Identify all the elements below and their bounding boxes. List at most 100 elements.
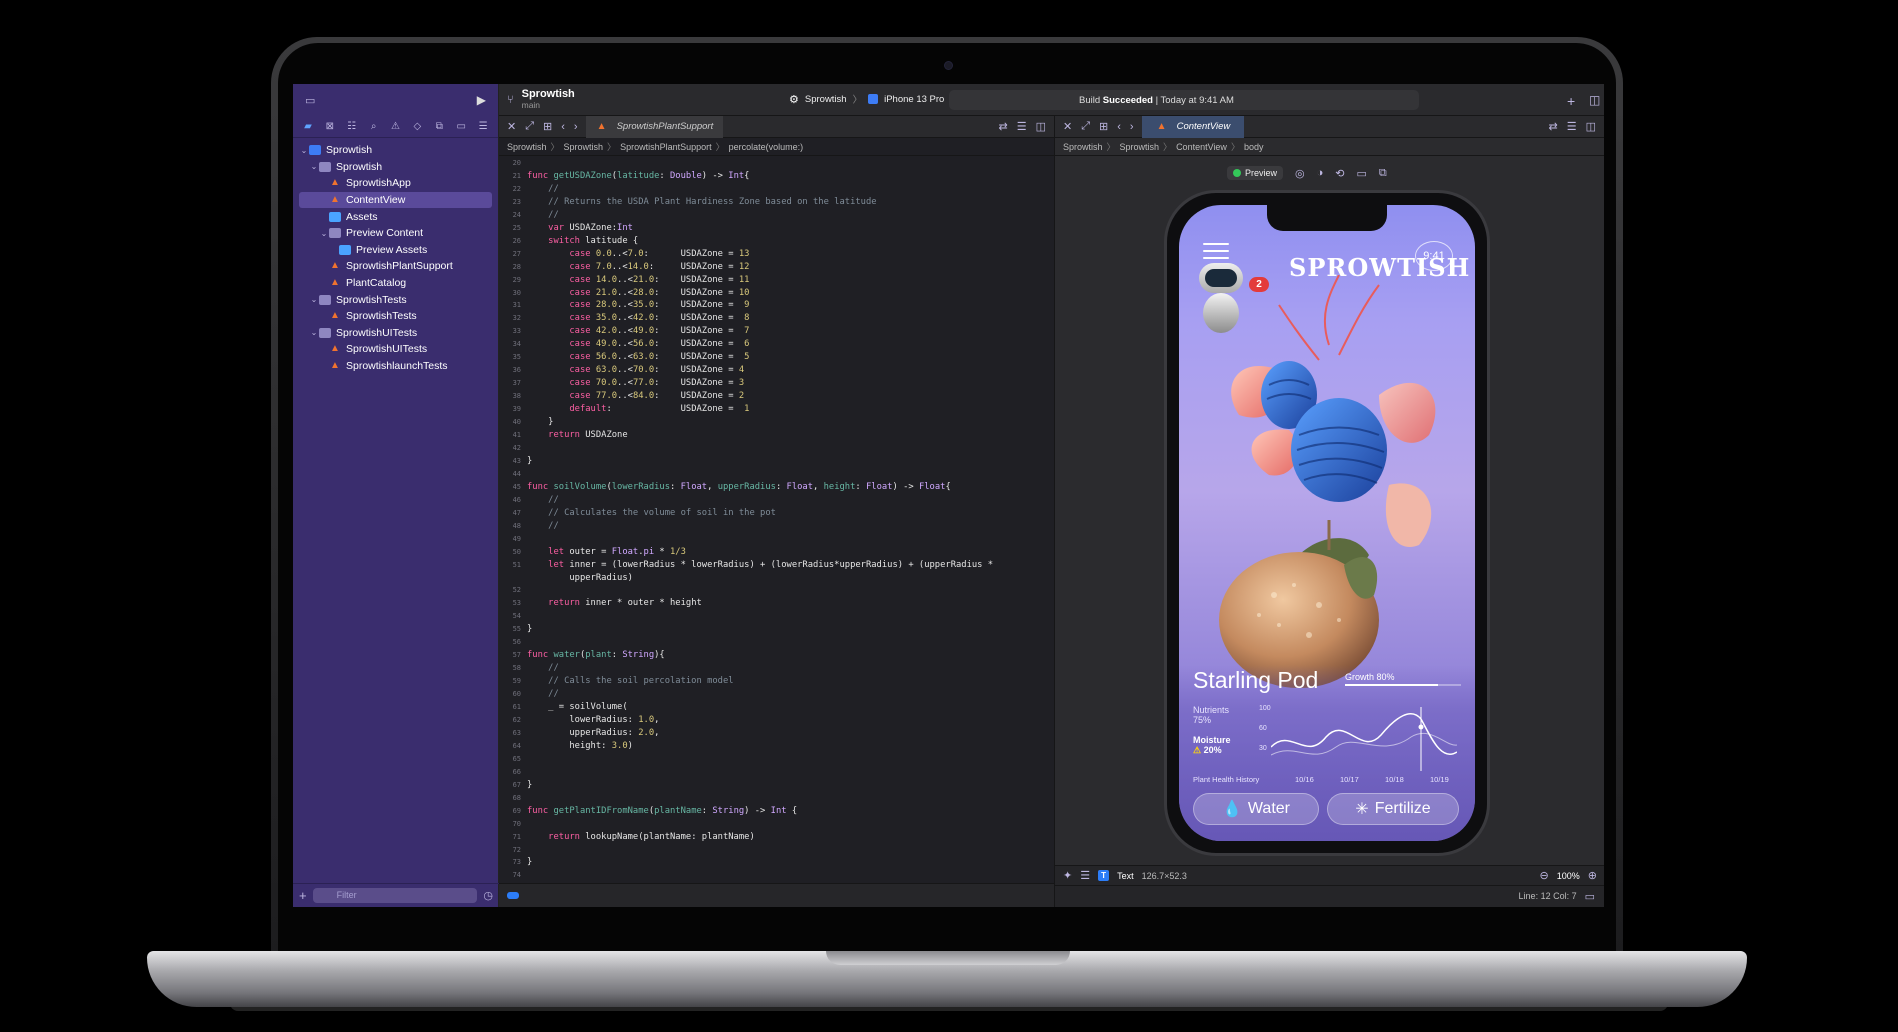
- sidebar-item[interactable]: ▲ SprowtishPlantSupport: [293, 258, 498, 275]
- zoom-out-icon[interactable]: ⊖: [1540, 869, 1549, 882]
- pin-icon[interactable]: ✦: [1063, 869, 1072, 882]
- folder-icon[interactable]: ▰: [301, 121, 315, 132]
- duplicate-icon[interactable]: ⧉: [1379, 167, 1387, 180]
- menu-icon[interactable]: [1203, 243, 1229, 264]
- debug-icon[interactable]: ⧉: [432, 121, 446, 132]
- sidebar-item[interactable]: ▲ ContentView: [299, 191, 492, 209]
- breakpoint-icon[interactable]: ▭: [454, 121, 468, 132]
- sidebar-item[interactable]: ⌄ Sprowtish: [293, 142, 498, 159]
- split-editor-icon[interactable]: ◫: [1586, 120, 1596, 133]
- breadcrumb-item[interactable]: SprowtishPlantSupport: [620, 142, 712, 152]
- notification-badge: 2: [1249, 277, 1269, 292]
- close-icon[interactable]: ✕: [1063, 120, 1072, 133]
- breadcrumb-item[interactable]: Sprowtish: [564, 142, 604, 152]
- sidebar-item-label: SprowtishPlantSupport: [346, 260, 453, 273]
- breadcrumb-item[interactable]: Sprowtish: [507, 142, 547, 152]
- fertilize-button[interactable]: ✳ Fertilize: [1327, 793, 1459, 825]
- canvas-status-bar: ✦ ☰ T Text 126.7×52.3 ⊖ 100% ⊕ Line: 12 …: [1055, 865, 1604, 907]
- add-icon[interactable]: +: [1567, 93, 1575, 109]
- scheme-selector[interactable]: ⚙ Sprowtish 〉 iPhone 13 Pro: [789, 92, 944, 107]
- code-token: 77.0: [632, 378, 655, 389]
- source-control-icon[interactable]: ⊠: [323, 121, 337, 132]
- robot-avatar[interactable]: [1195, 263, 1245, 335]
- split-editor-icon[interactable]: ◫: [1036, 120, 1046, 133]
- code-token: *: [654, 546, 671, 557]
- zoom-level[interactable]: 100%: [1557, 871, 1580, 881]
- chevron-left-icon[interactable]: ‹: [1117, 121, 1121, 133]
- issue-icon[interactable]: ⚠: [389, 121, 403, 132]
- swap-icon[interactable]: ⇄: [1549, 120, 1558, 133]
- grid-icon[interactable]: ⊞: [1099, 120, 1108, 133]
- run-button[interactable]: ▶: [477, 93, 486, 107]
- chevron-down-icon[interactable]: ⌄: [319, 229, 329, 238]
- breadcrumb-item[interactable]: body: [1244, 142, 1264, 152]
- test-icon[interactable]: ◇: [410, 121, 424, 132]
- sidebar-item[interactable]: ▲ SprowtishApp: [293, 175, 498, 192]
- grid-icon[interactable]: ⊞: [543, 120, 552, 133]
- line-number: 40: [512, 418, 521, 427]
- sidebar-item[interactable]: ▲ SprowtishUITests: [293, 341, 498, 358]
- breadcrumb-item[interactable]: Sprowtish: [1063, 142, 1103, 152]
- selectable-mode-icon[interactable]: ◎: [1295, 167, 1305, 180]
- code-line: 68: [499, 792, 1054, 805]
- editor-options-icon[interactable]: ☰: [1567, 120, 1577, 133]
- chevron-down-icon[interactable]: ⌄: [299, 146, 309, 155]
- debug-bar: [499, 883, 1054, 907]
- tab-label: ContentView: [1176, 121, 1231, 132]
- swap-icon[interactable]: ⇄: [999, 120, 1008, 133]
- chevron-left-icon[interactable]: ‹: [561, 121, 565, 133]
- breadcrumb-item[interactable]: percolate(volume:): [729, 142, 804, 152]
- editor-options-icon[interactable]: ☰: [1017, 120, 1027, 133]
- chevron-right-icon[interactable]: ›: [574, 121, 578, 133]
- swift-file-icon: ▲: [330, 194, 340, 206]
- sidebar-item[interactable]: ▲ PlantCatalog: [293, 275, 498, 292]
- expand-icon[interactable]: ⤢: [1081, 120, 1090, 133]
- close-icon[interactable]: ✕: [507, 120, 516, 133]
- line-number: 72: [512, 845, 521, 854]
- recent-files-icon[interactable]: ◷: [483, 889, 493, 902]
- growth-bar-fill: [1345, 684, 1438, 686]
- chevron-right-icon[interactable]: ›: [1130, 121, 1134, 133]
- sidebar-item[interactable]: Assets: [293, 208, 498, 225]
- expand-icon[interactable]: ⤢: [525, 120, 534, 133]
- tab-label: SprowtishPlantSupport: [616, 121, 714, 132]
- breadcrumb-item[interactable]: Sprowtish: [1120, 142, 1160, 152]
- sidebar-item[interactable]: ⌄ SprowtishTests: [293, 291, 498, 308]
- breadcrumb-item[interactable]: ContentView: [1176, 142, 1227, 152]
- sidebar-item[interactable]: ⌄ SprowtishUITests: [293, 325, 498, 342]
- code-token: case: [527, 261, 596, 272]
- report-icon[interactable]: ☰: [476, 121, 490, 132]
- code-area[interactable]: 20 21 func getUSDAZone(latitude: Double) -…: [499, 157, 1054, 879]
- water-button[interactable]: 💧 Water: [1193, 793, 1319, 825]
- tab-content-view[interactable]: ▲ ContentView: [1141, 115, 1245, 138]
- chevron-down-icon[interactable]: ⌄: [309, 328, 319, 337]
- inspector-toggle-icon[interactable]: ◫: [1589, 93, 1600, 107]
- sidebar-item-label: PlantCatalog: [346, 277, 407, 290]
- filter-input[interactable]: Filter: [312, 888, 478, 903]
- code-token: case: [527, 287, 596, 298]
- orientation-icon[interactable]: ⟲: [1335, 167, 1344, 180]
- debug-area-toggle[interactable]: [507, 892, 519, 899]
- code-line: 62 lowerRadius: 1.0,: [499, 714, 1054, 727]
- sidebar-item[interactable]: ▲ SprowtishTests: [293, 308, 498, 325]
- sidebar-item-label: ContentView: [346, 194, 406, 207]
- symbol-navigator-icon[interactable]: ☷: [345, 121, 359, 132]
- color-scheme-icon[interactable]: ◑: [1317, 167, 1324, 179]
- sidebar-item[interactable]: Preview Assets: [293, 242, 498, 259]
- device-settings-icon[interactable]: ▭: [1357, 167, 1367, 180]
- search-icon[interactable]: ⌕: [367, 121, 381, 132]
- sidebar-item[interactable]: ⌄ Preview Content: [293, 225, 498, 242]
- sidebar-item[interactable]: ⌄ Sprowtish: [293, 159, 498, 176]
- add-icon[interactable]: +: [299, 888, 307, 903]
- tab-sprowtish-plant-support[interactable]: ▲ SprowtishPlantSupport: [585, 115, 724, 138]
- preview-button[interactable]: Preview: [1227, 166, 1284, 180]
- code-line: 37 case 70.0 ..< 77.0: USDAZone = 3: [499, 377, 1054, 390]
- chevron-down-icon[interactable]: ⌄: [309, 162, 319, 171]
- sidebar-item[interactable]: ▲ SprowtishlaunchTests: [293, 358, 498, 375]
- project-title[interactable]: Sprowtish main: [522, 88, 575, 111]
- sidebar-toggle-icon[interactable]: ▭: [305, 94, 315, 107]
- panel-toggle-icon[interactable]: ▭: [1585, 890, 1595, 903]
- chevron-down-icon[interactable]: ⌄: [309, 295, 319, 304]
- zoom-in-icon[interactable]: ⊕: [1588, 869, 1597, 882]
- list-icon[interactable]: ☰: [1080, 869, 1090, 882]
